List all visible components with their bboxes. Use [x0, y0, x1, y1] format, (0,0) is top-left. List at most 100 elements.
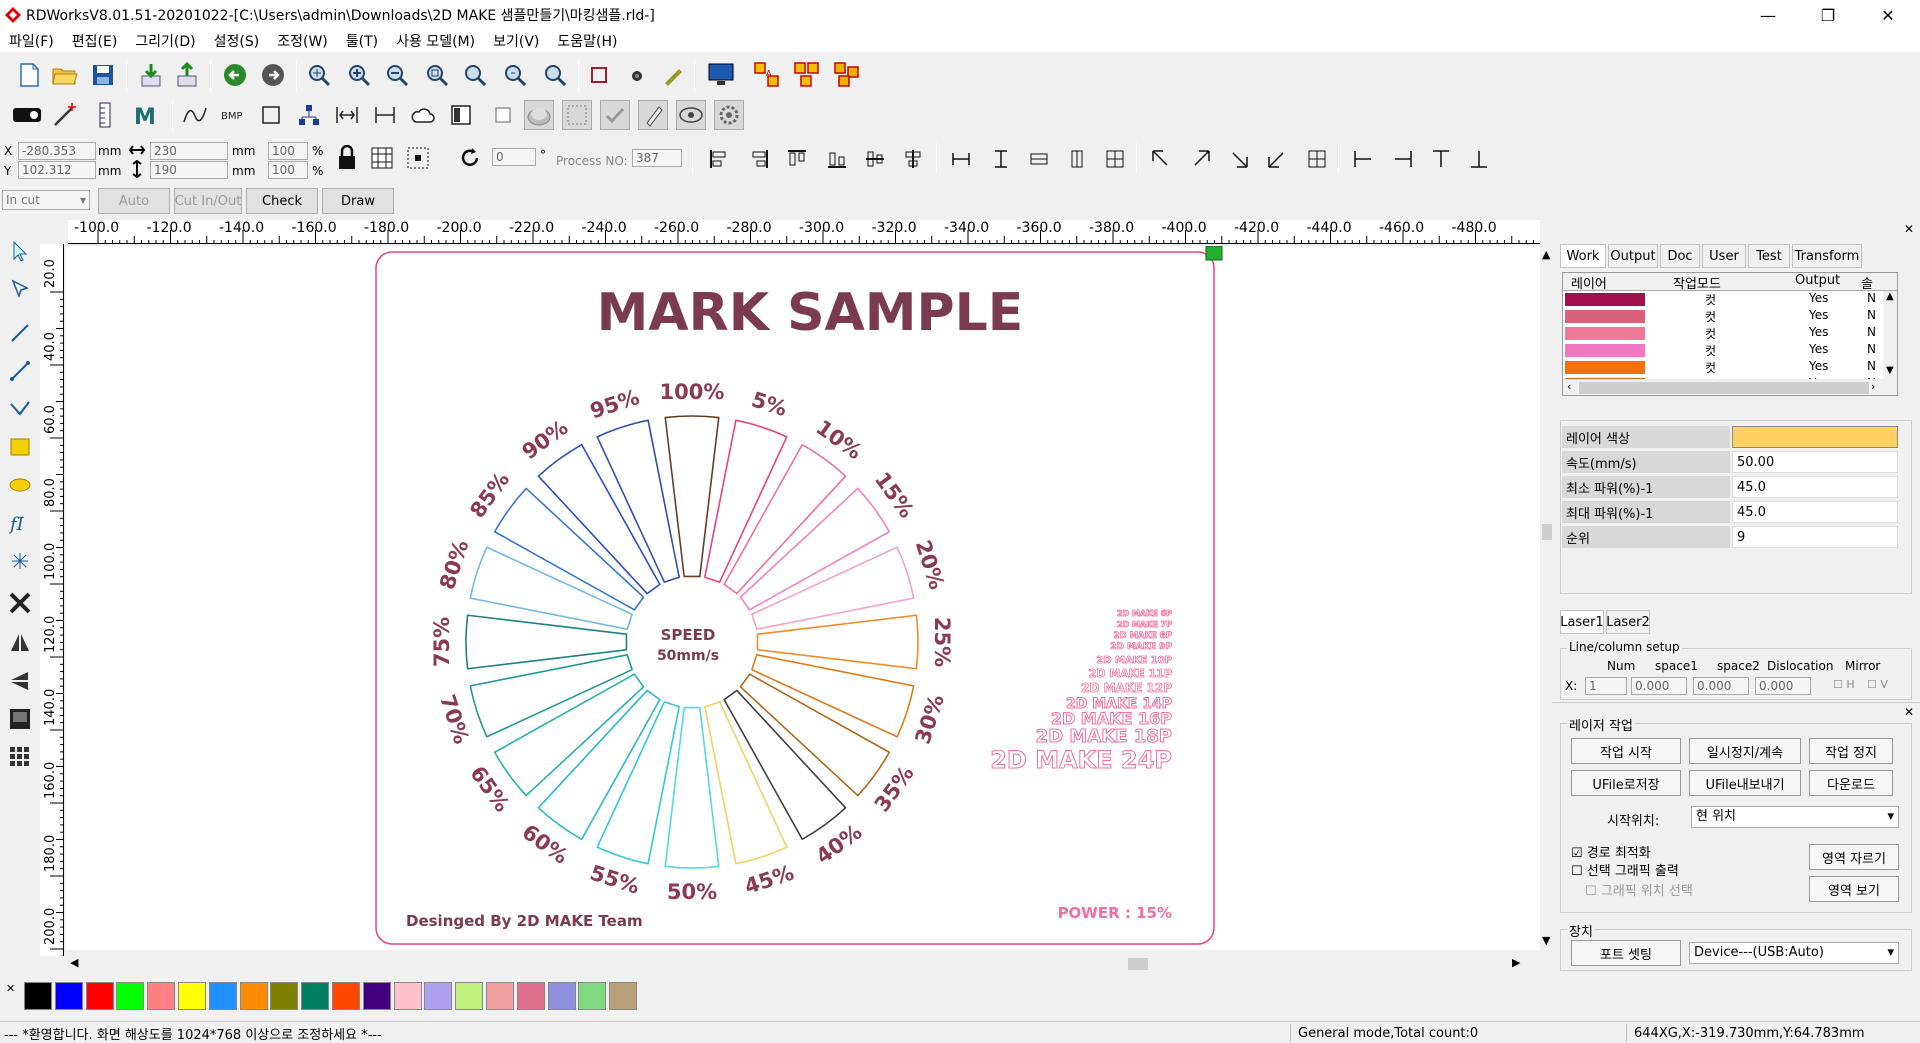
eraser-icon[interactable]	[638, 100, 668, 130]
rotate-icon[interactable]	[456, 144, 484, 172]
rect-tool-icon[interactable]	[5, 432, 35, 462]
pen-icon[interactable]	[658, 60, 688, 90]
zoom-all-icon[interactable]	[540, 60, 570, 90]
palette-swatch[interactable]	[301, 982, 330, 1010]
select-arrow-icon[interactable]	[5, 236, 35, 266]
page-bottom-left-icon[interactable]	[1262, 144, 1292, 174]
save-ufile-button[interactable]: UFile로저장	[1571, 770, 1681, 796]
distance-icon[interactable]	[370, 100, 400, 130]
equal-space-h-icon[interactable]	[946, 144, 976, 174]
check-button[interactable]: Check	[246, 188, 318, 214]
menu-tools[interactable]: 툴(T)	[337, 31, 387, 51]
width-input[interactable]	[150, 142, 228, 160]
tab-user[interactable]: User	[1702, 244, 1746, 268]
menu-adjust[interactable]: 조정(W)	[268, 31, 337, 51]
zoom-move-icon[interactable]	[304, 60, 334, 90]
polyline-tool-icon[interactable]	[5, 356, 35, 386]
align-h-icon[interactable]	[332, 100, 362, 130]
zoom-page-icon[interactable]	[460, 60, 490, 90]
save-icon[interactable]	[88, 60, 118, 90]
mirror-v-icon[interactable]	[5, 666, 35, 696]
align-center-v-icon[interactable]	[860, 144, 890, 174]
ellipse-tool-icon[interactable]	[5, 470, 35, 500]
palette-swatch[interactable]	[85, 982, 114, 1010]
menu-edit[interactable]: 편집(E)	[63, 31, 127, 51]
array-settings-icon[interactable]	[832, 60, 862, 90]
device-select[interactable]: Device---(USB:Auto) ▾	[1689, 942, 1899, 964]
palette-swatch[interactable]	[116, 982, 145, 1010]
zoom-select-icon[interactable]	[500, 60, 530, 90]
same-size-icon[interactable]	[1100, 144, 1130, 174]
process-no-input[interactable]	[632, 149, 682, 167]
node-select-icon[interactable]	[5, 274, 35, 304]
layer-table-scrollbar[interactable]: ▲ ▼	[1883, 291, 1897, 381]
select-box-icon[interactable]	[562, 100, 592, 130]
array-icon[interactable]: A	[752, 60, 782, 90]
text-tool-icon[interactable]: fI	[5, 508, 35, 538]
align-center-h-icon[interactable]	[898, 144, 928, 174]
draw-button[interactable]: Draw	[322, 188, 394, 214]
grid-position-icon[interactable]	[368, 144, 396, 172]
lc-num-input[interactable]	[1585, 677, 1627, 695]
copy-array-icon[interactable]	[792, 60, 822, 90]
tab-work[interactable]: Work	[1560, 244, 1606, 268]
rectangle-icon[interactable]	[256, 100, 286, 130]
align-bottom-icon[interactable]	[822, 144, 852, 174]
palette-swatch[interactable]	[270, 982, 299, 1010]
mirror-v-checkbox[interactable]: ☐ V	[1867, 678, 1888, 691]
same-height-icon[interactable]	[1062, 144, 1092, 174]
laser-head-icon[interactable]	[12, 100, 42, 130]
palette-swatch[interactable]	[54, 982, 83, 1010]
check-tool-icon[interactable]	[600, 100, 630, 130]
cut-area-button[interactable]: 영역 자르기	[1809, 844, 1899, 870]
cloud-icon[interactable]	[408, 100, 438, 130]
lc-space2-input[interactable]	[1693, 677, 1749, 695]
scale-y-input[interactable]	[268, 161, 308, 179]
frame-icon[interactable]	[584, 60, 614, 90]
page-top-right-icon[interactable]	[1186, 144, 1216, 174]
minimize-button[interactable]: —	[1738, 0, 1798, 30]
image-tool-icon[interactable]	[5, 704, 35, 734]
pause-resume-button[interactable]: 일시정지/계속	[1689, 738, 1801, 764]
palette-close-icon[interactable]: ✕	[6, 982, 15, 995]
align-page-left-icon[interactable]	[1348, 144, 1378, 174]
array-grid-icon[interactable]	[5, 742, 35, 772]
zoom-out-icon[interactable]	[382, 60, 412, 90]
tab-test[interactable]: Test	[1748, 244, 1790, 268]
anchor-position-icon[interactable]	[404, 144, 432, 172]
layer-row[interactable]: 컷 Yes N	[1563, 325, 1883, 342]
point-tool-icon[interactable]	[5, 546, 35, 576]
menu-help[interactable]: 도움말(H)	[548, 31, 626, 51]
selected-output-checkbox[interactable]: ☐ 선택 그래픽 출력	[1571, 860, 1679, 879]
menu-settings[interactable]: 설정(S)	[205, 31, 269, 51]
palette-swatch[interactable]	[178, 982, 206, 1010]
palette-swatch[interactable]	[455, 982, 484, 1010]
layer-row[interactable]: 컷 Yes N	[1563, 308, 1883, 325]
palette-swatch[interactable]	[239, 982, 268, 1010]
y-position-input[interactable]	[18, 161, 96, 179]
palette-swatch[interactable]	[24, 982, 52, 1010]
align-page-top-icon[interactable]	[1426, 144, 1456, 174]
gear-icon[interactable]	[714, 100, 744, 130]
align-right-icon[interactable]	[744, 144, 774, 174]
mirror-h-checkbox[interactable]: ☐ H	[1833, 678, 1855, 691]
align-page-right-icon[interactable]	[1388, 144, 1418, 174]
prop-value-1[interactable]: 50.00	[1732, 451, 1898, 473]
line-tool-icon[interactable]	[5, 318, 35, 348]
close-button[interactable]: ✕	[1858, 0, 1918, 30]
ruler-icon[interactable]	[90, 100, 120, 130]
tab-laser2[interactable]: Laser2	[1606, 610, 1650, 634]
palette-swatch[interactable]	[609, 982, 638, 1010]
horizontal-scrollbar[interactable]: ◀ ▶	[66, 956, 1540, 972]
x-position-input[interactable]	[18, 142, 96, 160]
bitmap-icon[interactable]: BMP	[218, 100, 248, 130]
lock-ratio-icon[interactable]	[334, 144, 360, 172]
height-lock-icon[interactable]	[128, 159, 146, 182]
export-icon[interactable]	[172, 60, 202, 90]
maximize-button[interactable]: ❐	[1798, 0, 1858, 30]
checkbox-tool-icon[interactable]	[488, 100, 518, 130]
m-text-icon[interactable]: M	[130, 100, 160, 130]
menu-view[interactable]: 보기(V)	[484, 31, 548, 51]
rotate-input[interactable]	[492, 148, 536, 166]
prop-value-4[interactable]: 9	[1732, 526, 1898, 548]
